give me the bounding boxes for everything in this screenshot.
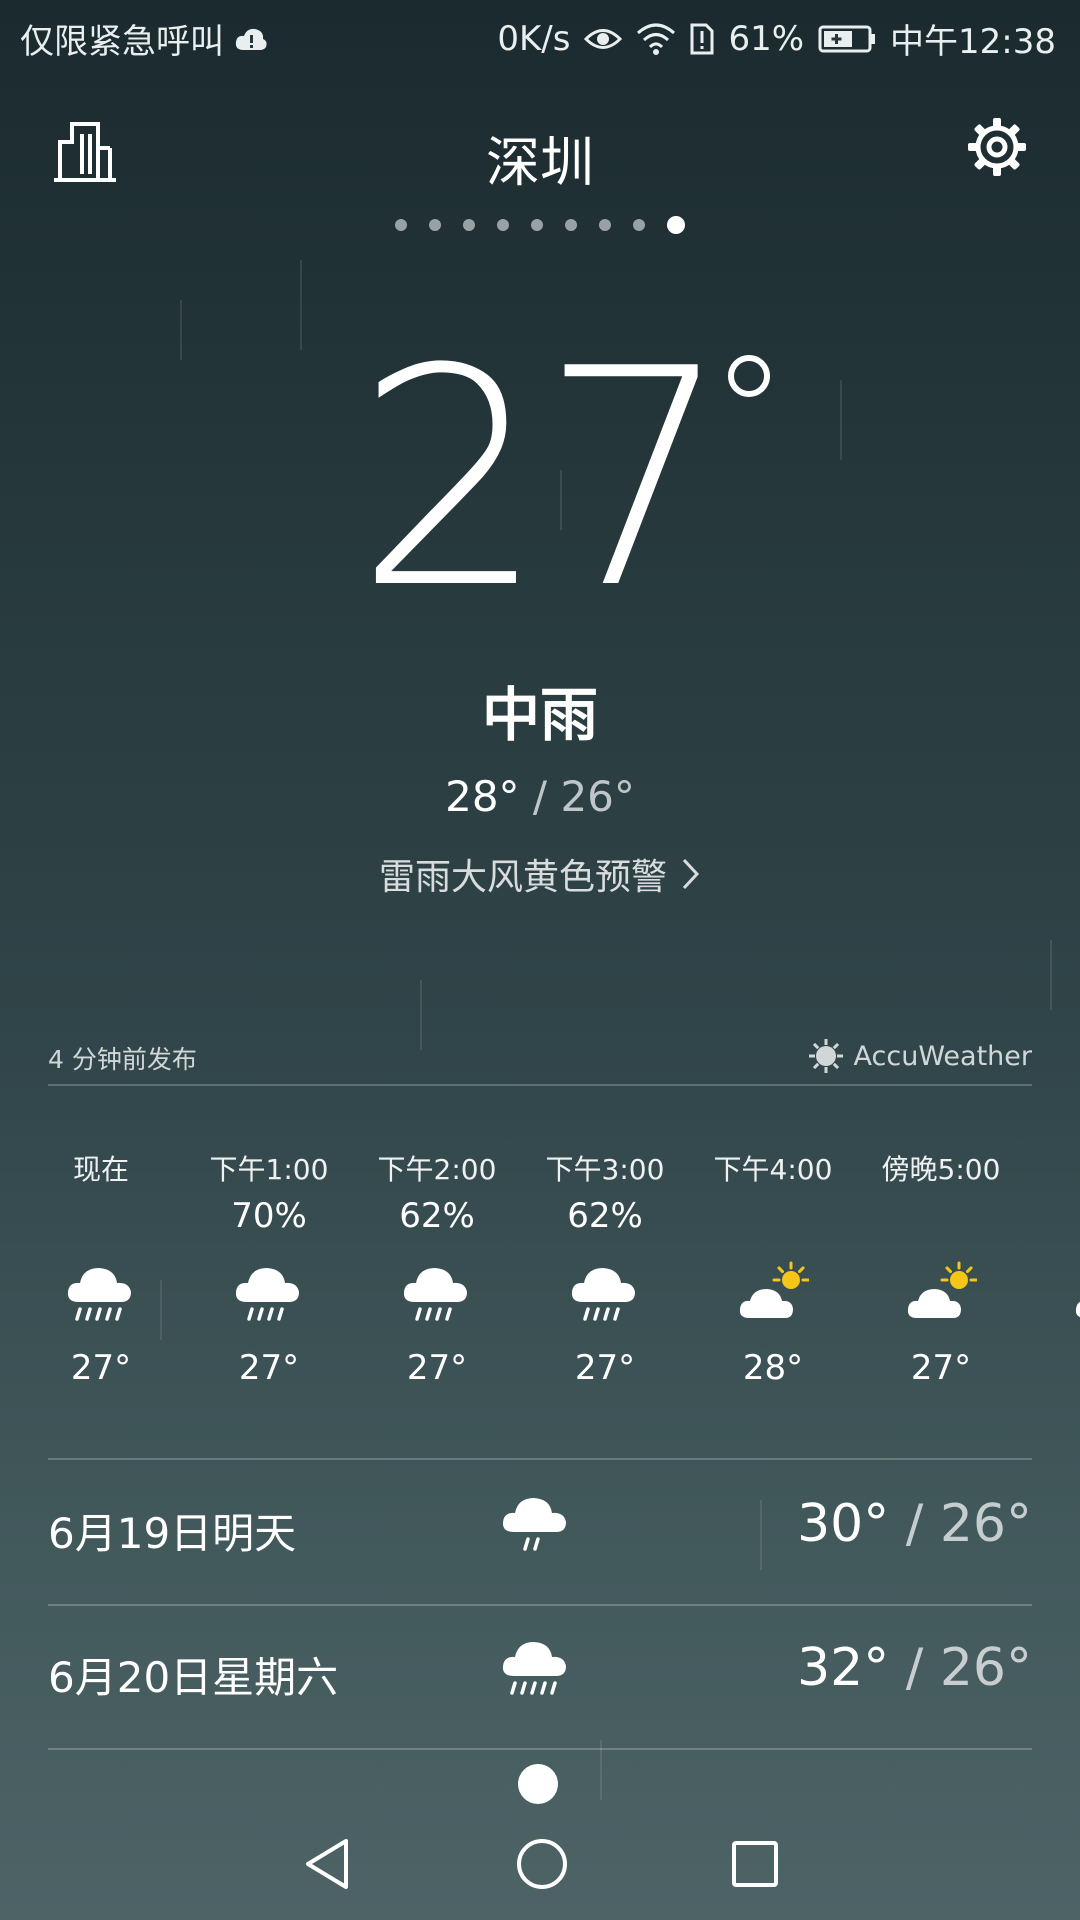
weather-alert-link[interactable]: 雷雨大风黄色预警: [0, 848, 1080, 900]
carrier-text: 仅限紧急呼叫: [20, 22, 224, 62]
alert-text: 雷雨大风黄色预警: [378, 857, 667, 898]
range-separator: /: [905, 1494, 924, 1554]
cloud-alert-icon: [234, 26, 268, 52]
provider-name: AccuWeather: [853, 1040, 1032, 1072]
status-bar-right: 0K/s 61% 中午12:38: [497, 14, 1056, 63]
page-dot: [633, 219, 645, 231]
hour-time: 下午1:00: [209, 1153, 329, 1186]
provider-link[interactable]: AccuWeather: [808, 1038, 1032, 1074]
hour-time: 下午2:00: [377, 1153, 497, 1186]
precipitation-chance: [856, 1188, 1026, 1244]
page-dot: [497, 219, 509, 231]
page-indicator: [0, 216, 1080, 234]
battery-charging-icon: [818, 25, 876, 53]
today-temp-range: 28° / 26°: [0, 772, 1080, 821]
day-date: 6月20日星期六: [48, 1653, 339, 1702]
partly-sunny-icon: [856, 1244, 1026, 1340]
current-temperature: 27: [0, 330, 1080, 630]
hour-temp: 27°: [574, 1348, 636, 1388]
partly-sunny-icon: [688, 1244, 858, 1340]
day-low: 26°: [939, 1638, 1032, 1698]
network-speed: 0K/s: [497, 18, 571, 59]
precipitation-chance: 62%: [399, 1196, 475, 1236]
battery-percent: 61%: [728, 18, 805, 59]
rain-heavy-icon: [500, 1632, 572, 1704]
clock: 中午12:38: [890, 22, 1056, 62]
status-bar-left: 仅限紧急呼叫: [20, 14, 268, 63]
day-high: 30°: [797, 1494, 890, 1554]
gear-icon[interactable]: [966, 116, 1028, 178]
published-time: 4 分钟前发布: [48, 1045, 197, 1074]
range-separator: /: [905, 1638, 924, 1698]
hour-temp: 28°: [742, 1348, 804, 1388]
home-icon[interactable]: [514, 1836, 570, 1892]
daily-row[interactable]: 6月20日星期六 32° / 26°: [48, 1604, 1032, 1746]
rain-icon: [184, 1244, 354, 1340]
day-temp-range: 32° / 26°: [797, 1638, 1032, 1698]
today-low: 26°: [560, 772, 635, 821]
divider: [48, 1084, 1032, 1086]
temperature-value: 27: [355, 305, 731, 654]
day-high: 32°: [797, 1638, 890, 1698]
precipitation-chance: 62%: [567, 1196, 643, 1236]
rain-icon: [520, 1244, 690, 1340]
hourly-forecast[interactable]: 现在 27° 下午1:00 70% 27° 下午2:00 62% 27° 下午3:00 62% 27…: [16, 1148, 1080, 1420]
daily-row[interactable]: 6月19日明天 30° / 26°: [48, 1460, 1032, 1602]
day-low: 26°: [939, 1494, 1032, 1554]
recents-icon[interactable]: [730, 1839, 780, 1889]
hourly-item: 下午2:00 62% 27°: [352, 1148, 522, 1388]
rain-icon: [352, 1244, 522, 1340]
hourly-item: 傍晚5:00 27°: [856, 1148, 1026, 1388]
hourly-item: 下午4:00 28°: [688, 1148, 858, 1388]
day-temp-range: 30° / 26°: [797, 1494, 1032, 1554]
day-date: 6月19日明天: [48, 1509, 297, 1558]
degree-symbol-icon: [727, 355, 770, 397]
hour-time: 现在: [72, 1153, 129, 1186]
page-dot: [599, 219, 611, 231]
weather-condition: 中雨: [481, 681, 598, 749]
hour-time: 傍晚: [1024, 1148, 1080, 1188]
eye-icon: [584, 26, 623, 52]
hour-temp: 27°: [238, 1348, 300, 1388]
rain-streak: [1050, 940, 1052, 1010]
partly-cloudy-icon: [1024, 1244, 1080, 1340]
rain-heavy-icon: [16, 1244, 186, 1340]
city-title: 深圳: [486, 131, 594, 194]
hourly-item: 下午3:00 62% 27°: [520, 1148, 690, 1388]
back-icon[interactable]: [300, 1836, 354, 1892]
page-dot: [395, 219, 407, 231]
page-dot: [463, 219, 475, 231]
page-dot: [531, 219, 543, 231]
hour-temp: 27°: [910, 1348, 972, 1388]
today-high: 28°: [445, 772, 520, 821]
hour-time: 下午3:00: [545, 1153, 665, 1186]
sim-alert-icon: [690, 23, 714, 55]
daily-row-partial[interactable]: [48, 1748, 1032, 1805]
hourly-item: 下午1:00 70% 27°: [184, 1148, 354, 1388]
precipitation-chance: 70%: [231, 1196, 307, 1236]
precipitation-chance: 5: [1024, 1188, 1080, 1244]
accuweather-sun-icon: [808, 1039, 843, 1073]
cloud-icon: [500, 1758, 570, 1805]
hour-time: 下午4:00: [713, 1153, 833, 1186]
precipitation-chance: [688, 1188, 858, 1244]
page-dot: [565, 219, 577, 231]
range-separator: /: [532, 772, 548, 821]
hour-temp: 27°: [406, 1348, 468, 1388]
hour-time: 傍晚5:00: [881, 1153, 1001, 1186]
hour-temp: 27°: [70, 1348, 132, 1388]
daily-forecast[interactable]: 6月19日明天 30° / 26° 6月20日星期六 32° / 26°: [0, 1460, 1080, 1805]
hour-temp: 2: [1024, 1348, 1080, 1388]
page-dot: [429, 219, 441, 231]
chevron-right-icon: [682, 858, 700, 890]
precipitation-chance: [16, 1188, 186, 1244]
wifi-icon: [636, 23, 676, 55]
navigation-bar: [0, 1808, 1080, 1920]
light-rain-icon: [500, 1488, 572, 1560]
hourly-item: 傍晚5 2: [1024, 1148, 1080, 1388]
rain-streak: [420, 980, 422, 1050]
page-dot: [667, 216, 685, 234]
hourly-item: 现在 27°: [16, 1148, 186, 1388]
